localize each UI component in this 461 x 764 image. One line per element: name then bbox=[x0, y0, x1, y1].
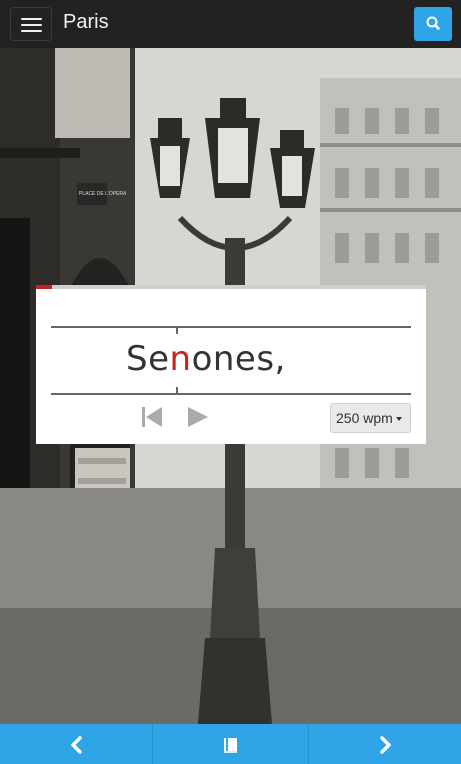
search-button[interactable] bbox=[414, 7, 452, 41]
street-sign: PLACE DE L'OPERA bbox=[79, 191, 127, 197]
book-contents-button[interactable] bbox=[153, 724, 308, 764]
previous-page-button[interactable] bbox=[0, 724, 152, 764]
word-pivot-letter: n bbox=[169, 339, 192, 379]
focus-guide-bottom bbox=[51, 393, 411, 395]
chevron-right-icon bbox=[380, 736, 391, 754]
speed-select[interactable]: 250 wpm bbox=[330, 403, 411, 433]
word-suffix: ones, bbox=[191, 339, 286, 379]
page-title[interactable]: Paris bbox=[63, 11, 109, 34]
reading-progress-bar bbox=[36, 285, 426, 289]
caret-down-icon bbox=[395, 417, 402, 422]
chevron-left-icon bbox=[71, 736, 82, 754]
word-prefix: Se bbox=[126, 339, 170, 379]
focus-guide-top bbox=[51, 326, 411, 328]
focus-tick-bottom bbox=[176, 387, 178, 395]
restart-button[interactable] bbox=[141, 405, 163, 434]
reading-progress-fill bbox=[36, 285, 52, 289]
play-icon bbox=[188, 407, 208, 427]
menu-button[interactable] bbox=[10, 7, 52, 41]
bottom-nav bbox=[0, 724, 461, 764]
speed-label: 250 wpm bbox=[336, 410, 393, 426]
search-icon bbox=[426, 16, 440, 30]
focus-tick-top bbox=[176, 326, 178, 334]
top-navbar: Paris bbox=[0, 0, 461, 48]
next-page-button[interactable] bbox=[309, 724, 461, 764]
play-button[interactable] bbox=[186, 405, 210, 434]
book-icon bbox=[224, 738, 237, 753]
current-word: Senones, bbox=[126, 339, 286, 379]
speed-reader-panel: Senones, 250 wpm bbox=[36, 285, 426, 444]
skip-back-icon bbox=[142, 407, 162, 427]
